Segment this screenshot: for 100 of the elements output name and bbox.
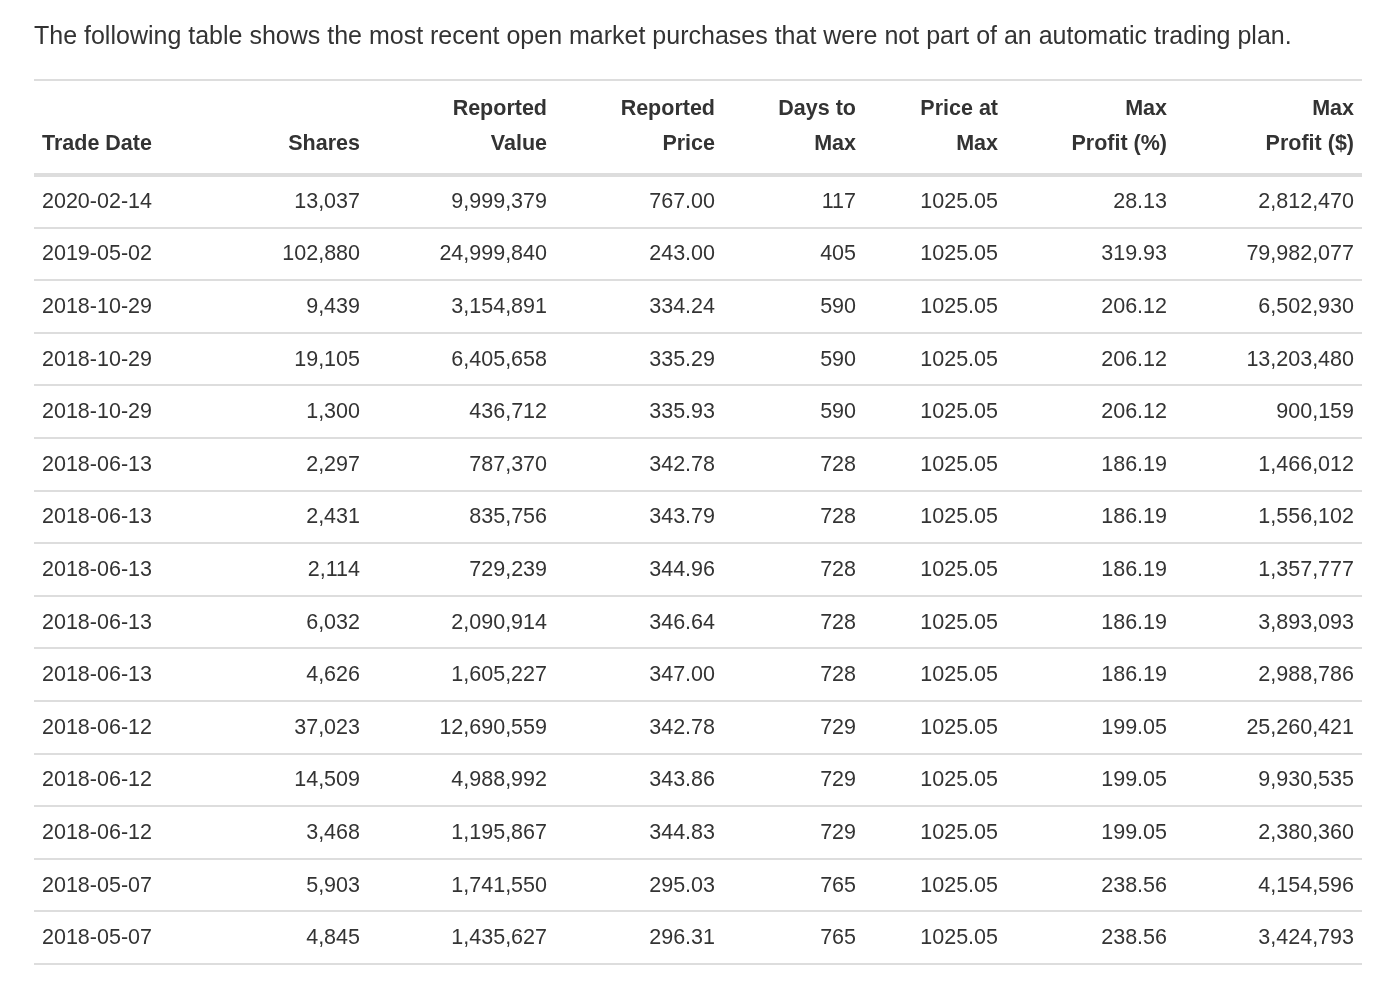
table-cell: 5,903: [200, 858, 368, 912]
table-cell: 199.05: [1006, 806, 1175, 859]
table-cell: 728: [723, 648, 864, 701]
table-cell: 295.03: [555, 858, 723, 912]
table-cell: 1025.05: [864, 332, 1006, 386]
table-cell: 24,999,840: [368, 227, 555, 281]
table-cell: 590: [723, 385, 864, 438]
table-cell: 13,037: [200, 175, 368, 228]
table-cell: 334.24: [555, 280, 723, 333]
table-cell: 6,405,658: [368, 332, 555, 386]
table-cell: 835,756: [368, 490, 555, 544]
table-cell: 206.12: [1006, 385, 1175, 438]
table-cell: 4,988,992: [368, 753, 555, 807]
table-cell: 342.78: [555, 700, 723, 754]
table-cell: 1025.05: [864, 595, 1006, 649]
table-cell: 1025.05: [864, 175, 1006, 228]
table-cell: 2,297: [200, 437, 368, 491]
table-cell: 199.05: [1006, 753, 1175, 807]
table-cell: 13,203,480: [1175, 332, 1362, 386]
table-cell: 25,260,421: [1175, 700, 1362, 754]
table-cell: 2,090,914: [368, 595, 555, 649]
table-cell: 728: [723, 543, 864, 596]
table-cell: 729,239: [368, 543, 555, 596]
table-cell: 436,712: [368, 385, 555, 438]
table-cell: 900,159: [1175, 385, 1362, 438]
table-cell: 729: [723, 700, 864, 754]
table-cell: 2018-06-13: [34, 490, 200, 544]
table-cell: 343.79: [555, 490, 723, 544]
table-cell: 9,999,379: [368, 175, 555, 228]
table-cell: 343.86: [555, 753, 723, 807]
table-cell: 1,466,012: [1175, 437, 1362, 491]
table-cell: 186.19: [1006, 437, 1175, 491]
column-header: Days to Max: [723, 80, 864, 175]
table-cell: 729: [723, 753, 864, 807]
intro-paragraph: The following table shows the most recent open market purchases that were not part of an automatic trading plan.: [34, 20, 1293, 51]
table-cell: 2018-10-29: [34, 332, 200, 386]
table-cell: 1,556,102: [1175, 490, 1362, 544]
table-cell: 2018-05-07: [34, 858, 200, 912]
table-cell: 186.19: [1006, 490, 1175, 544]
table-cell: 2018-06-12: [34, 753, 200, 807]
table-cell: 3,893,093: [1175, 595, 1362, 649]
table-cell: 238.56: [1006, 911, 1175, 964]
table-cell: 344.83: [555, 806, 723, 859]
table-cell: 2018-06-12: [34, 700, 200, 754]
column-header: Max Profit ($): [1175, 80, 1362, 175]
table-cell: 335.93: [555, 385, 723, 438]
table-cell: 346.64: [555, 595, 723, 649]
table-cell: 728: [723, 437, 864, 491]
table-cell: 405: [723, 227, 864, 281]
table-cell: 186.19: [1006, 648, 1175, 701]
table-cell: 1025.05: [864, 280, 1006, 333]
table-cell: 3,424,793: [1175, 911, 1362, 964]
table-cell: 1025.05: [864, 543, 1006, 596]
table-cell: 2018-06-13: [34, 543, 200, 596]
table-cell: 3,154,891: [368, 280, 555, 333]
table-cell: 1025.05: [864, 753, 1006, 807]
table-cell: 1025.05: [864, 648, 1006, 701]
column-header: Price at Max: [864, 80, 1006, 175]
table-cell: 347.00: [555, 648, 723, 701]
table-cell: 206.12: [1006, 332, 1175, 386]
table-cell: 117: [723, 175, 864, 228]
table-cell: 4,626: [200, 648, 368, 701]
table-cell: 2018-06-13: [34, 437, 200, 491]
table-cell: 1025.05: [864, 806, 1006, 859]
table-cell: 2018-05-07: [34, 911, 200, 964]
table-cell: 102,880: [200, 227, 368, 281]
table-cell: 2018-10-29: [34, 385, 200, 438]
table-cell: 2,114: [200, 543, 368, 596]
table-cell: 1025.05: [864, 385, 1006, 438]
table-cell: 2018-06-13: [34, 595, 200, 649]
table-cell: 1,300: [200, 385, 368, 438]
table-cell: 2,988,786: [1175, 648, 1362, 701]
table-cell: 9,930,535: [1175, 753, 1362, 807]
table-cell: 1025.05: [864, 490, 1006, 544]
table-cell: 19,105: [200, 332, 368, 386]
table-cell: 14,509: [200, 753, 368, 807]
table-cell: 767.00: [555, 175, 723, 228]
column-header: Reported Price: [555, 80, 723, 175]
table-cell: 1025.05: [864, 437, 1006, 491]
table-cell: 4,845: [200, 911, 368, 964]
table-cell: 206.12: [1006, 280, 1175, 333]
table-cell: 728: [723, 490, 864, 544]
table-cell: 344.96: [555, 543, 723, 596]
table-cell: 729: [723, 806, 864, 859]
table-cell: 2018-06-12: [34, 806, 200, 859]
column-header: Trade Date: [34, 80, 200, 175]
table-cell: 765: [723, 911, 864, 964]
table-cell: 1,605,227: [368, 648, 555, 701]
table-cell: 342.78: [555, 437, 723, 491]
table-cell: 2,431: [200, 490, 368, 544]
column-header: Max Profit (%): [1006, 80, 1175, 175]
table-cell: 319.93: [1006, 227, 1175, 281]
table-cell: 3,468: [200, 806, 368, 859]
table-cell: 243.00: [555, 227, 723, 281]
table-cell: 37,023: [200, 700, 368, 754]
table-cell: 12,690,559: [368, 700, 555, 754]
table-cell: 9,439: [200, 280, 368, 333]
table-cell: 2,812,470: [1175, 175, 1362, 228]
table-cell: 79,982,077: [1175, 227, 1362, 281]
table-cell: 765: [723, 858, 864, 912]
